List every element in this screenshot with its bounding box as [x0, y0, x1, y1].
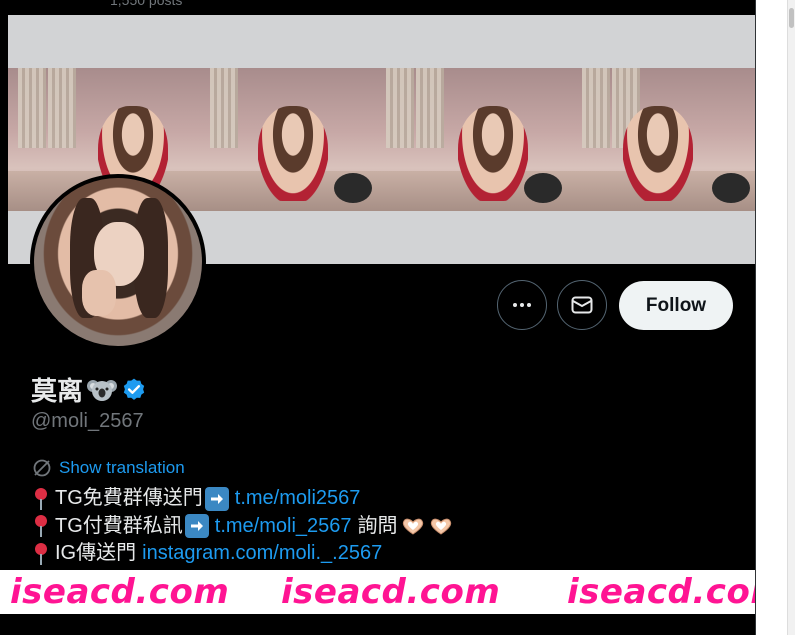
right-arrow-icon: [184, 514, 209, 539]
show-translation-link[interactable]: Show translation: [31, 457, 185, 479]
heart-hands-icon: [402, 518, 423, 535]
avatar[interactable]: [34, 178, 202, 346]
right-arrow-icon: [204, 486, 229, 511]
bio-line-text: TG免費群傳送門: [55, 487, 203, 509]
profile-bio: TG免費群傳送門 t.me/moli2567 TG付費群私訊 t.me/moli…: [31, 485, 454, 568]
round-pushpin-icon: [35, 515, 47, 538]
posts-count: 1,550 posts: [110, 0, 183, 8]
koala-emoji-icon: [87, 379, 118, 401]
profile-name-row: 莫离: [31, 371, 147, 408]
round-pushpin-icon: [35, 542, 47, 565]
display-name: 莫离: [31, 376, 84, 406]
more-icon: [513, 303, 531, 307]
bio-line-text: IG傳送門: [55, 542, 137, 564]
bio-line-text: TG付費群私訊: [55, 514, 183, 537]
banner-photo: [198, 68, 378, 211]
more-button[interactable]: [497, 280, 547, 330]
bio-link[interactable]: t.me/moli2567: [235, 485, 361, 513]
bio-line: TG付費群私訊 t.me/moli_2567 詢問: [31, 513, 454, 541]
banner-photo: [568, 68, 756, 211]
profile-page: 1,550 posts Follow 莫离 @moli_2567 Show tr…: [0, 0, 795, 635]
watermark-text: iseacd.com: [10, 572, 230, 612]
scrollbar[interactable]: [787, 0, 795, 635]
message-button[interactable]: [557, 280, 607, 330]
watermark-banner: iseacd.com iseacd.com iseacd.com: [0, 570, 792, 614]
watermark-text: iseacd.com: [281, 572, 501, 612]
profile-handle: @moli_2567: [31, 410, 144, 432]
envelope-icon: [571, 296, 593, 314]
bio-link[interactable]: instagram.com/moli._.2567: [142, 540, 382, 568]
bio-line: IG傳送門 instagram.com/moli._.2567: [31, 540, 454, 568]
bio-line: TG免費群傳送門 t.me/moli2567: [31, 485, 454, 513]
show-translation-label: Show translation: [59, 458, 185, 477]
scrollbar-thumb[interactable]: [789, 8, 794, 28]
bio-line-suffix: 詢問: [357, 514, 398, 537]
round-pushpin-icon: [35, 487, 47, 510]
heart-hands-icon: [430, 518, 451, 535]
watermark-text: iseacd.com: [567, 572, 787, 612]
bio-link[interactable]: t.me/moli_2567: [215, 513, 352, 541]
banner-photo: [378, 68, 568, 211]
follow-button[interactable]: Follow: [619, 281, 733, 330]
verified-badge-icon[interactable]: [121, 377, 147, 403]
translate-icon: [33, 459, 51, 477]
